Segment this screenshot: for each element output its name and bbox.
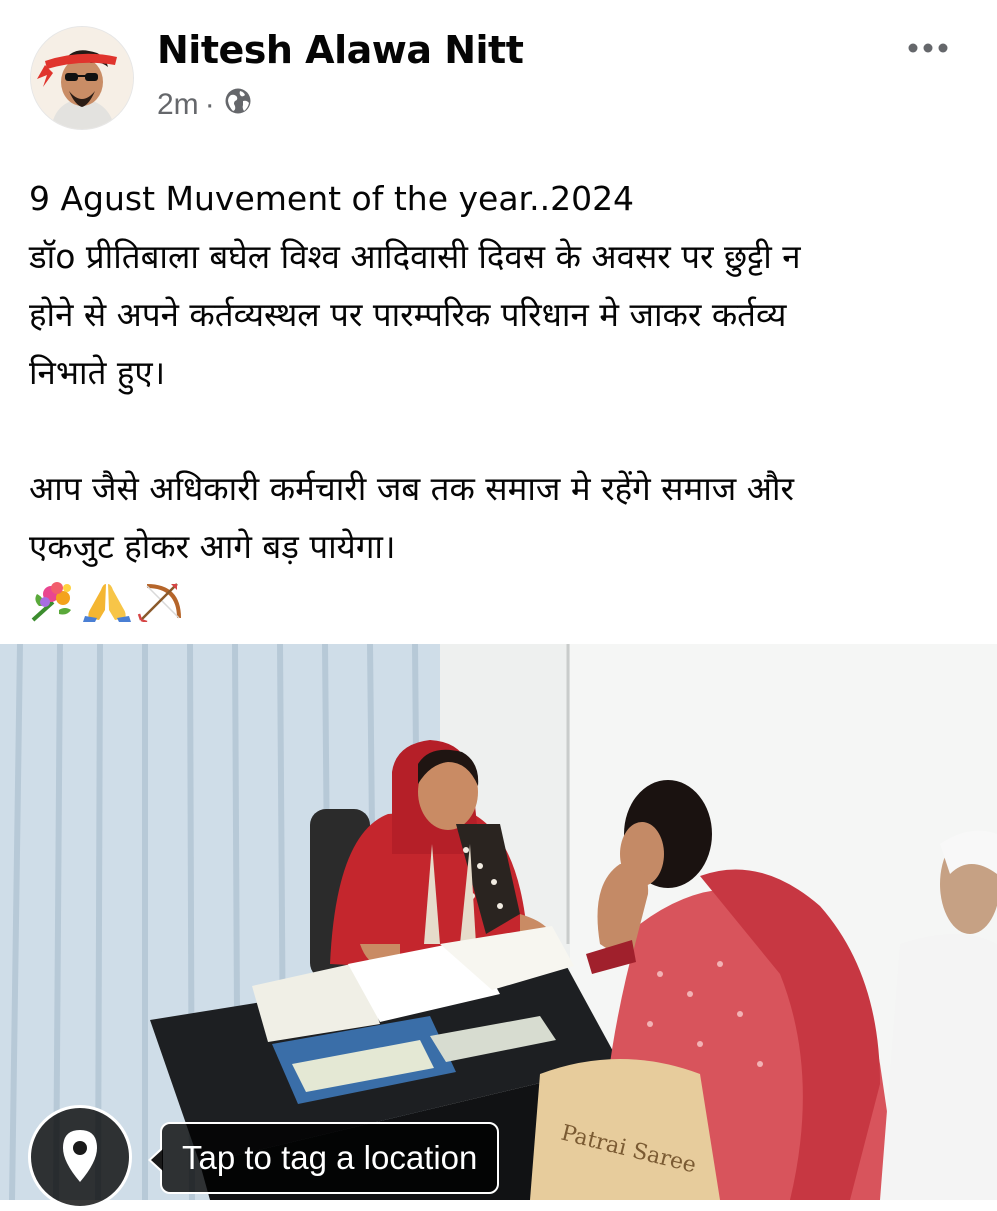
ellipsis-icon[interactable] — [903, 40, 953, 60]
photo-image: Patrai Saree — [0, 644, 997, 1200]
post-text-line: 9 Agust Muvement of the year..2024 — [29, 179, 635, 218]
location-pin-icon — [63, 1130, 97, 1182]
post-time[interactable]: 2m — [157, 88, 199, 122]
post-meta: 2m · — [157, 86, 253, 124]
post-text-line: एकजुट होकर आगे बड़ पायेगा। — [29, 527, 396, 566]
meta-separator: · — [204, 88, 215, 121]
post-text-line: निभाते हुए। — [29, 353, 166, 392]
avatar-image — [31, 27, 133, 129]
post-text-line: डॉo प्रीतिबाला बघेल विश्व आदिवासी दिवस क… — [29, 237, 801, 276]
folded-hands-icon — [83, 584, 131, 622]
tag-location-label: Tap to tag a location — [182, 1139, 478, 1176]
author-name[interactable]: Nitesh Alawa Nitt — [157, 28, 524, 72]
bouquet-icon — [31, 582, 71, 622]
emoji-row — [29, 580, 974, 622]
avatar[interactable] — [31, 27, 133, 129]
post-text-line: होने से अपने कर्तव्यस्थल पर पारम्परिक पर… — [29, 295, 787, 334]
post-photo[interactable]: Patrai Saree — [0, 644, 997, 1200]
location-pin-button[interactable] — [28, 1105, 132, 1209]
post-text-line: आप जैसे अधिकारी कर्मचारी जब तक समाज मे र… — [29, 469, 794, 508]
post-header: Nitesh Alawa Nitt 2m · — [0, 0, 997, 140]
globe-icon[interactable] — [223, 86, 253, 124]
post-text: 9 Agust Muvement of the year..2024 डॉo प… — [29, 170, 974, 622]
tag-location-prompt[interactable]: Tap to tag a location — [147, 1122, 500, 1194]
bow-and-arrow-icon — [137, 583, 181, 622]
